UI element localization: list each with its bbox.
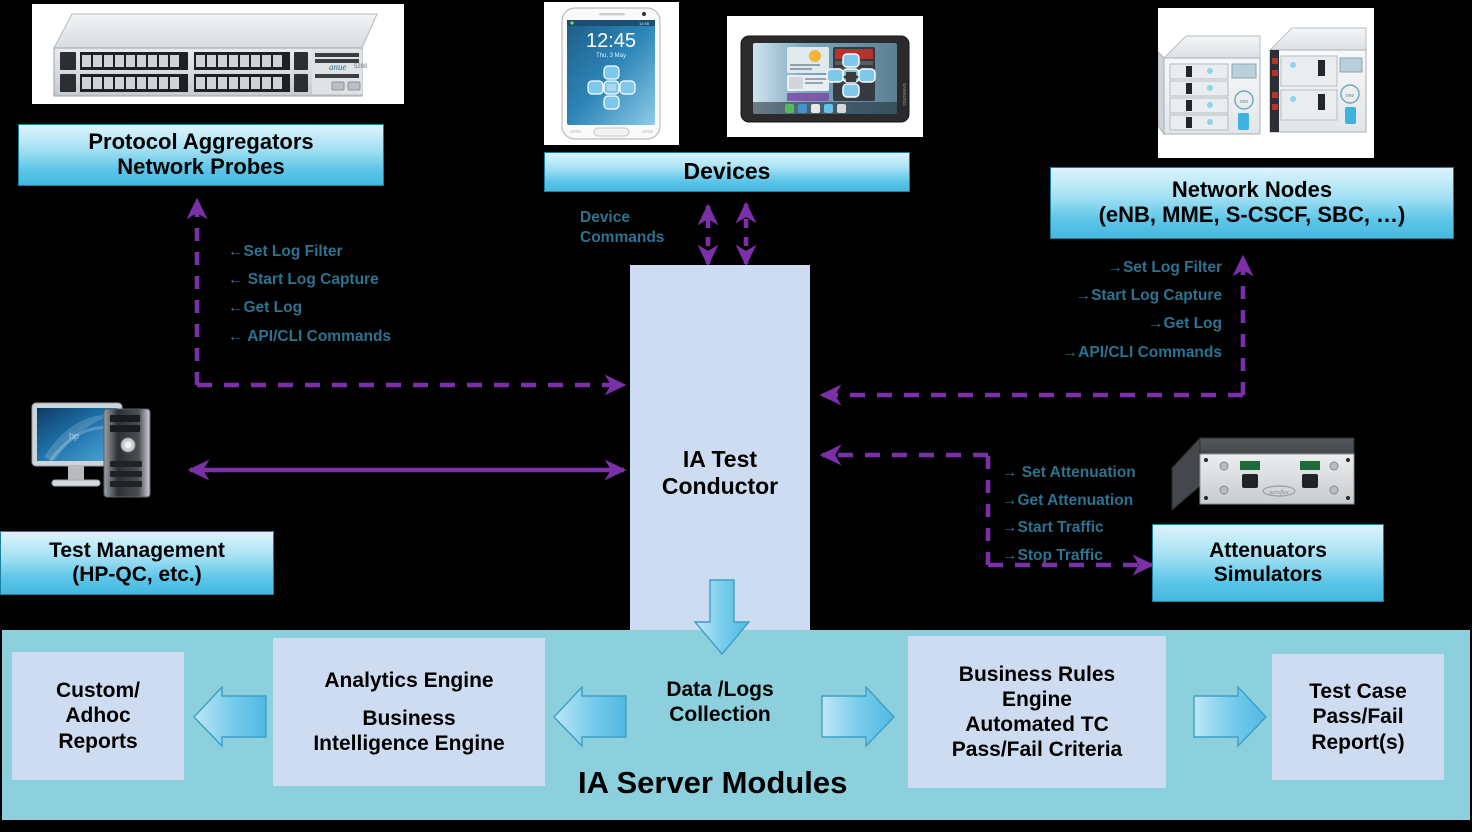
rules-line-4: Pass/Fail Criteria (951, 738, 1123, 762)
protocol-aggregators-line-2: Network Probes (117, 154, 285, 179)
attenuators-simulators-box[interactable]: Attenuators Simulators (1152, 524, 1384, 602)
probe-command-2: ← Start Log Capture (228, 271, 379, 289)
anue-network-tap-appliance-photo: anue 5288 (32, 4, 404, 104)
svg-text:one: one (1240, 99, 1249, 105)
custom-reports-line-2: Adhoc (65, 704, 131, 728)
device-commands-line-1: Device (580, 209, 630, 226)
svg-text:anue: anue (329, 62, 347, 72)
analytics-line-1: Analytics Engine (324, 668, 494, 692)
desktop-workstation-photo: hp (24, 395, 174, 505)
svg-text:SAMSUNG: SAMSUNG (902, 83, 907, 106)
devices-label: Devices (683, 158, 771, 185)
data-logs-collection-box[interactable]: Data /Logs Collection (630, 655, 810, 749)
node-command-4: →API/CLI Commands (1062, 343, 1222, 361)
rules-line-3: Automated TC (965, 713, 1109, 736)
rf-attenuator-hardware-photo: aeroflex (1162, 428, 1358, 526)
test-management-line-1: Test Management (49, 539, 225, 563)
analytics-line-4: Intelligence Engine (313, 732, 505, 756)
node-command-3: →Get Log (1147, 315, 1222, 333)
custom-reports-line-1: Custom/ (56, 679, 140, 703)
report-line-2: Pass/Fail (1312, 705, 1404, 729)
probe-command-3: ←Get Log (228, 299, 303, 317)
report-line-1: Test Case (1309, 680, 1407, 704)
device-commands-line-2: Commands (580, 228, 665, 246)
node-command-2: →Start Log Capture (1075, 287, 1222, 305)
report-line-3: Report(s) (1311, 730, 1405, 754)
attenuator-commands-list: → Set Attenuation →Get Attenuation →Star… (1002, 459, 1136, 569)
analytics-line-3: Business (362, 706, 456, 730)
network-node-commands-list: →Set Log Filter →Start Log Capture →Get … (1000, 254, 1222, 367)
custom-adhoc-reports-box[interactable]: Custom/ Adhoc Reports (12, 652, 184, 780)
attenuator-command-3: →Start Traffic (1002, 519, 1104, 537)
test-case-report-box[interactable]: Test Case Pass/Fail Report(s) (1272, 654, 1444, 780)
tablet-photo: SAMSUNG (727, 16, 923, 137)
test-management-box[interactable]: Test Management (HP-QC, etc.) (0, 531, 274, 595)
attenuator-command-1: → Set Attenuation (1002, 464, 1136, 481)
protocol-aggregators-line-1: Protocol Aggregators (88, 129, 314, 155)
svg-text:12:45: 12:45 (586, 30, 636, 52)
conductor-line-2: Conductor (661, 472, 779, 499)
svg-text:one: one (1346, 93, 1355, 99)
network-nodes-line-1: Network Nodes (1171, 177, 1333, 203)
custom-reports-line-3: Reports (58, 729, 138, 753)
probe-commands-list: ←Set Log Filter ← Start Log Capture ←Get… (228, 238, 391, 351)
rules-line-1: Business Rules (958, 662, 1116, 686)
attenuators-line-2: Simulators (1213, 563, 1323, 586)
attenuator-command-4: →Stop Traffic (1002, 546, 1103, 564)
svg-text:5288: 5288 (354, 64, 368, 70)
attenuators-line-1: Attenuators (1209, 539, 1327, 563)
network-nodes-line-2: (eNB, MME, S-CSCF, SBC, …) (1098, 202, 1406, 227)
probe-command-1: ←Set Log Filter (228, 243, 343, 260)
ia-server-modules-title: IA Server Modules (578, 765, 848, 800)
probe-command-4: ← API/CLI Commands (228, 327, 392, 345)
business-rules-engine-box[interactable]: Business Rules Engine Automated TC Pass/… (908, 636, 1166, 788)
smartphone-photo: 12:45 12:45 Thu, 3 May (544, 2, 679, 145)
devices-box[interactable]: Devices (544, 152, 910, 192)
svg-text:12:45: 12:45 (639, 21, 650, 26)
ia-test-conductor-label: IA Test Conductor (662, 446, 778, 499)
data-logs-line-1: Data /Logs (666, 677, 774, 701)
protocol-aggregators-box[interactable]: Protocol Aggregators Network Probes (18, 124, 384, 186)
svg-text:hp: hp (69, 431, 79, 441)
device-commands-label: Device Commands (580, 208, 664, 248)
rules-line-2: Engine (1001, 687, 1072, 711)
network-nodes-box[interactable]: Network Nodes (eNB, MME, S-CSCF, SBC, …) (1050, 167, 1454, 239)
conductor-line-1: IA Test (682, 445, 758, 472)
diagram-canvas: anue 5288 12:45 12:45 Thu, 3 May SAMSUNG… (0, 0, 1472, 832)
network-node-chassis-photo: one one (1158, 8, 1374, 158)
test-management-line-2: (HP-QC, etc.) (72, 563, 202, 586)
data-logs-line-2: Collection (669, 703, 771, 726)
node-command-1: →Set Log Filter (1107, 259, 1222, 276)
analytics-engine-box[interactable]: Analytics Engine Business Intelligence E… (273, 638, 545, 786)
svg-text:aeroflex: aeroflex (1269, 489, 1289, 496)
attenuator-command-2: →Get Attenuation (1002, 491, 1134, 509)
svg-text:Thu, 3 May: Thu, 3 May (596, 53, 626, 59)
